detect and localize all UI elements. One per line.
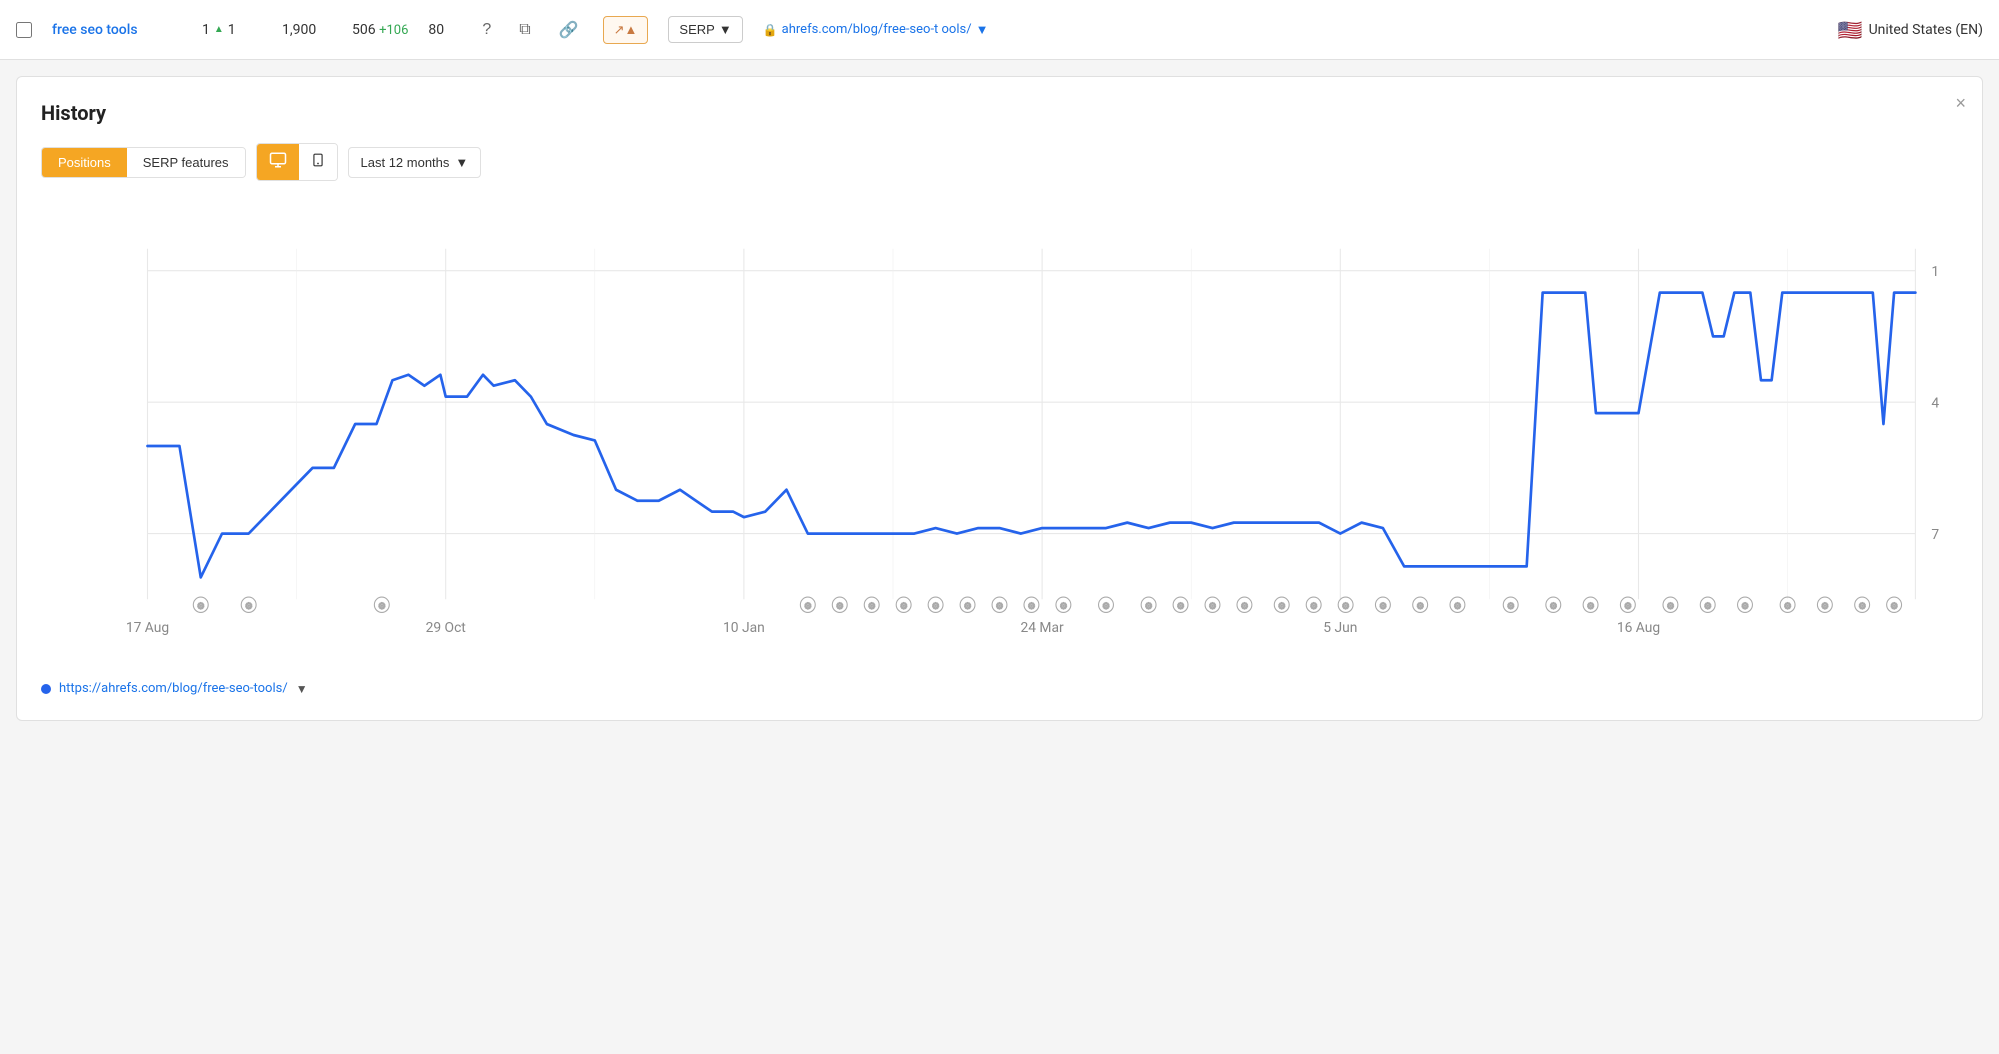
link-icon-btn[interactable]: 🔗 bbox=[555, 18, 583, 42]
svg-text:⚙: ⚙ bbox=[964, 602, 972, 612]
svg-text:⚙: ⚙ bbox=[804, 602, 812, 612]
period-button[interactable]: Last 12 months ▼ bbox=[348, 147, 482, 178]
svg-text:⚙: ⚙ bbox=[1454, 602, 1462, 612]
controls-row: Positions SERP features Last 12 months ▼ bbox=[41, 143, 1958, 181]
rank-value: 1 bbox=[202, 22, 210, 38]
svg-text:10 Jan: 10 Jan bbox=[723, 620, 765, 636]
chart-container: 1 4 7 17 Aug 29 Oct 10 Jan 24 Mar 5 Jun … bbox=[41, 205, 1958, 665]
device-desktop-btn[interactable] bbox=[257, 144, 299, 180]
svg-text:⚙: ⚙ bbox=[245, 602, 253, 612]
svg-text:⚙: ⚙ bbox=[378, 602, 386, 612]
keyword-link[interactable]: free seo tools bbox=[52, 22, 182, 38]
trend-button[interactable]: ↗▲ bbox=[603, 16, 649, 44]
svg-text:⚙: ⚙ bbox=[900, 602, 908, 612]
legend-color-dot bbox=[41, 684, 51, 694]
volume-cell: 1,900 bbox=[282, 22, 332, 38]
serp-label: SERP bbox=[679, 22, 714, 37]
cpc-cell: 80 bbox=[428, 22, 458, 38]
svg-text:⚙: ⚙ bbox=[1379, 602, 1387, 612]
tab-group: Positions SERP features bbox=[41, 147, 246, 178]
svg-text:⚙: ⚙ bbox=[1784, 602, 1792, 612]
lock-icon: 🔒 bbox=[763, 23, 778, 37]
svg-text:⚙: ⚙ bbox=[1821, 602, 1829, 612]
rank-change: 1 bbox=[228, 22, 236, 38]
url-text: ahrefs.com/blog/free-seo-t ools/ bbox=[782, 22, 972, 37]
tab-positions[interactable]: Positions bbox=[42, 148, 127, 177]
period-chevron-icon: ▼ bbox=[455, 155, 468, 170]
svg-text:16 Aug: 16 Aug bbox=[1617, 620, 1660, 636]
chart-line bbox=[148, 293, 1916, 578]
svg-text:29 Oct: 29 Oct bbox=[426, 620, 467, 636]
svg-text:⚙: ⚙ bbox=[1177, 602, 1185, 612]
svg-text:⚙: ⚙ bbox=[1890, 602, 1898, 612]
tab-serp-features[interactable]: SERP features bbox=[127, 148, 245, 177]
period-label: Last 12 months bbox=[361, 155, 450, 170]
svg-text:⚙: ⚙ bbox=[868, 602, 876, 612]
svg-text:⚙: ⚙ bbox=[1209, 602, 1217, 612]
svg-text:⚙: ⚙ bbox=[197, 602, 205, 612]
panel-title: History bbox=[41, 101, 1958, 125]
svg-text:⚙: ⚙ bbox=[996, 602, 1004, 612]
info-icon-btn[interactable]: ? bbox=[478, 19, 495, 41]
svg-text:⚙: ⚙ bbox=[1549, 602, 1557, 612]
url-link[interactable]: 🔒 ahrefs.com/blog/free-seo-t ools/ ▼ bbox=[763, 22, 989, 38]
trend-chart-icon: ↗▲ bbox=[614, 22, 638, 38]
legend-url-link[interactable]: https://ahrefs.com/blog/free-seo-tools/ bbox=[59, 681, 288, 696]
svg-text:⚙: ⚙ bbox=[1587, 602, 1595, 612]
svg-text:4: 4 bbox=[1931, 395, 1939, 411]
country-label: United States (EN) bbox=[1869, 22, 1983, 38]
kd-cell: 506 +106 bbox=[352, 22, 408, 38]
rank-arrow-icon: ▲ bbox=[214, 24, 224, 35]
svg-text:⚙: ⚙ bbox=[1704, 602, 1712, 612]
serp-button[interactable]: SERP ▼ bbox=[668, 16, 742, 43]
device-group bbox=[256, 143, 338, 181]
history-chart: 1 4 7 17 Aug 29 Oct 10 Jan 24 Mar 5 Jun … bbox=[41, 205, 1958, 665]
svg-text:⚙: ⚙ bbox=[1858, 602, 1866, 612]
device-mobile-btn[interactable] bbox=[299, 144, 337, 180]
svg-text:⚙: ⚙ bbox=[836, 602, 844, 612]
svg-text:⚙: ⚙ bbox=[1102, 602, 1110, 612]
svg-text:⚙: ⚙ bbox=[1241, 602, 1249, 612]
svg-text:1: 1 bbox=[1931, 264, 1939, 280]
serp-chevron-icon: ▼ bbox=[719, 22, 732, 37]
url-dropdown-icon: ▼ bbox=[976, 22, 989, 38]
svg-text:⚙: ⚙ bbox=[1741, 602, 1749, 612]
country-area: 🇺🇸 United States (EN) bbox=[1838, 18, 1983, 42]
legend-dropdown-icon[interactable]: ▼ bbox=[296, 682, 308, 696]
svg-text:⚙: ⚙ bbox=[1145, 602, 1153, 612]
history-panel: × History Positions SERP features Last 1… bbox=[16, 76, 1983, 721]
svg-text:⚙: ⚙ bbox=[1624, 602, 1632, 612]
flag-icon: 🇺🇸 bbox=[1838, 18, 1863, 42]
legend-row: https://ahrefs.com/blog/free-seo-tools/ … bbox=[41, 681, 1958, 696]
svg-text:⚙: ⚙ bbox=[1310, 602, 1318, 612]
svg-text:⚙: ⚙ bbox=[1416, 602, 1424, 612]
rank-cell: 1 ▲ 1 bbox=[202, 22, 262, 38]
svg-text:⚙: ⚙ bbox=[1342, 602, 1350, 612]
top-row: free seo tools 1 ▲ 1 1,900 506 +106 80 ?… bbox=[0, 0, 1999, 60]
clipboard-icon-btn[interactable]: ⧉ bbox=[515, 19, 534, 41]
svg-text:7: 7 bbox=[1931, 527, 1939, 543]
svg-text:17 Aug: 17 Aug bbox=[126, 620, 169, 636]
svg-text:5 Jun: 5 Jun bbox=[1323, 620, 1357, 636]
svg-text:⚙: ⚙ bbox=[1278, 602, 1286, 612]
svg-text:⚙: ⚙ bbox=[932, 602, 940, 612]
svg-text:⚙: ⚙ bbox=[1028, 602, 1036, 612]
serp-markers: ⚙ ⚙ ⚙ ⚙ ⚙ ⚙ ⚙ ⚙ ⚙ ⚙ ⚙ ⚙ ⚙ ⚙ ⚙ ⚙ ⚙ ⚙ ⚙ ⚙ bbox=[193, 597, 1901, 612]
svg-text:⚙: ⚙ bbox=[1667, 602, 1675, 612]
svg-text:⚙: ⚙ bbox=[1507, 602, 1515, 612]
svg-text:24 Mar: 24 Mar bbox=[1020, 620, 1064, 636]
row-checkbox[interactable] bbox=[16, 22, 32, 38]
svg-text:⚙: ⚙ bbox=[1060, 602, 1068, 612]
close-button[interactable]: × bbox=[1955, 93, 1966, 114]
